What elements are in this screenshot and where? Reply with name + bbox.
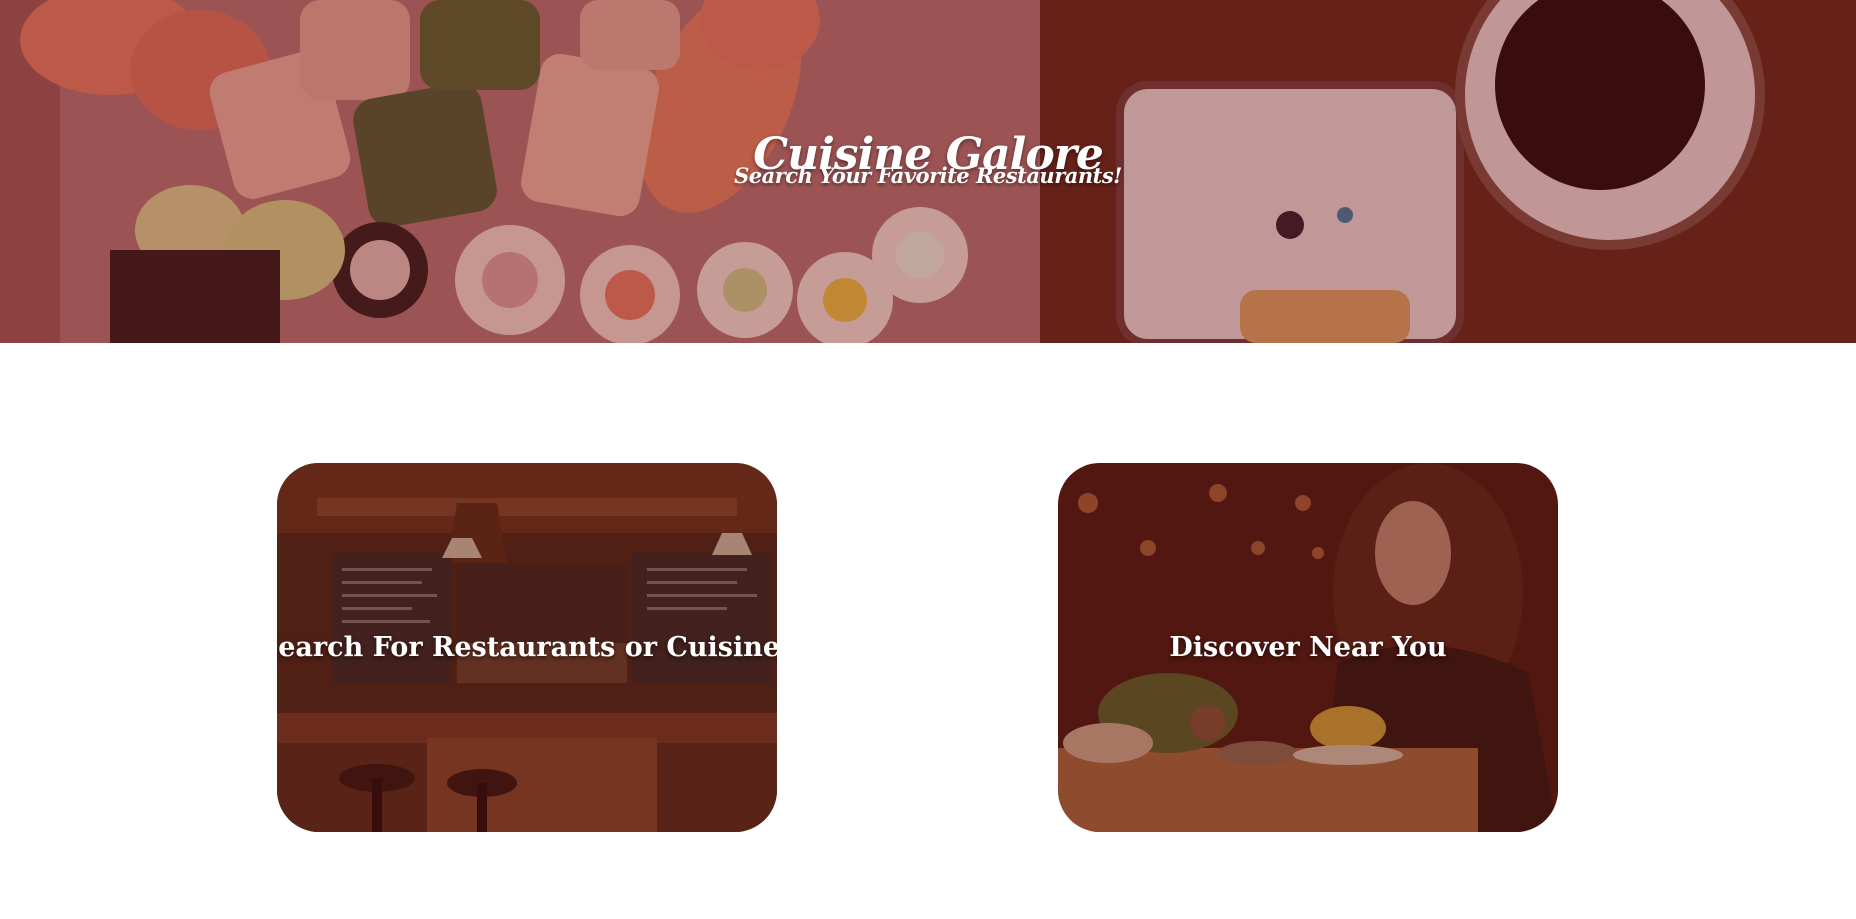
discover-card-label: Discover Near You — [1169, 632, 1447, 663]
hero-banner: Cuisine Galore Search Your Favorite Rest… — [0, 0, 1856, 343]
page: Cuisine Galore Search Your Favorite Rest… — [0, 0, 1856, 919]
discover-near-you-card[interactable]: Discover Near You — [1058, 463, 1558, 832]
search-card-label: Search For Restaurants or Cuisines — [277, 632, 777, 663]
page-subtitle: Search Your Favorite Restaurants! — [734, 163, 1122, 188]
search-restaurants-card[interactable]: Search For Restaurants or Cuisines — [277, 463, 777, 832]
